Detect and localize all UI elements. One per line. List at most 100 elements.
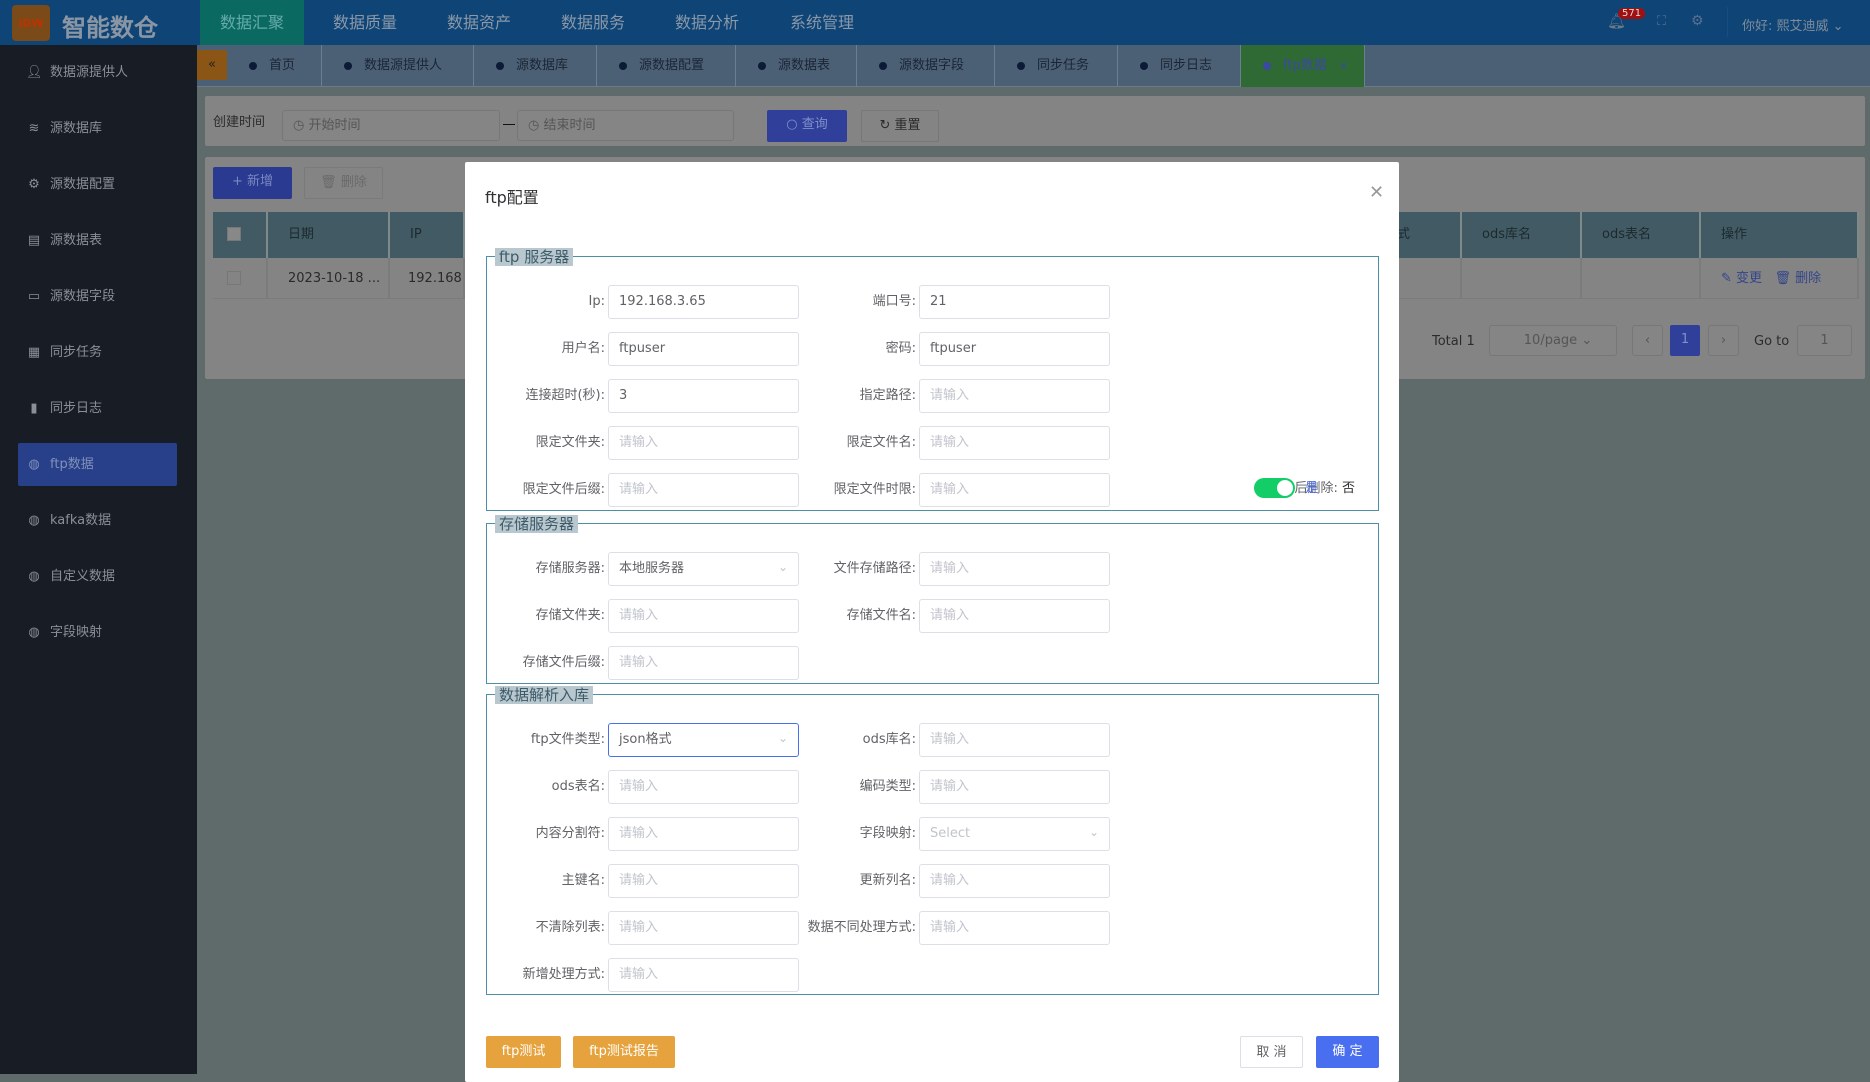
sidebar-item[interactable]: ▭ 源数据字段	[18, 275, 177, 318]
text-input[interactable]: 请输入	[919, 723, 1110, 757]
text-input[interactable]: 请输入	[919, 770, 1110, 804]
text-input[interactable]: 请输入	[919, 552, 1110, 586]
text-input[interactable]: 192.168.3.65	[608, 285, 799, 319]
text-input[interactable]: 请输入	[608, 426, 799, 460]
menu-item[interactable]: 系统管理	[770, 0, 874, 45]
text-input[interactable]: 请输入	[608, 770, 799, 804]
select-field[interactable]: json格式	[608, 723, 799, 757]
menu-item[interactable]: 数据分析	[655, 0, 759, 45]
field-label: 端口号:	[872, 294, 916, 309]
text-input[interactable]: 请输入	[608, 473, 799, 507]
sidebar-item[interactable]: ◍ 自定义数据	[18, 555, 177, 598]
add-button[interactable]: + 新增	[213, 167, 292, 199]
tab-4[interactable]: 源数据表	[736, 45, 857, 87]
select-all-checkbox[interactable]	[227, 227, 241, 241]
delete-after-download-toggle[interactable]	[1254, 478, 1295, 498]
field-label: 密码:	[885, 341, 916, 356]
tab-close-icon[interactable]: ×	[1339, 59, 1348, 72]
text-input[interactable]: 请输入	[919, 911, 1110, 945]
confirm-button[interactable]: 确 定	[1316, 1036, 1379, 1068]
sidebar-item[interactable]: ◍ ftp数据	[18, 443, 177, 486]
sidebar-item[interactable]: ◍ kafka数据	[18, 499, 177, 542]
edit-button[interactable]: ✎ 变更	[1721, 271, 1762, 286]
close-icon[interactable]: ✕	[1369, 182, 1384, 203]
menu-item[interactable]: 数据资产	[427, 0, 531, 45]
row-delete-button[interactable]: 🗑︎ 删除	[1774, 271, 1821, 286]
tab-7[interactable]: 同步日志	[1118, 45, 1241, 87]
column-header-ods-db[interactable]: ods库名	[1462, 212, 1582, 258]
tab-0[interactable]: 首页	[227, 45, 322, 87]
tab-3[interactable]: 源数据配置	[597, 45, 736, 87]
query-button[interactable]: ○ 查询	[767, 110, 847, 142]
column-header-format[interactable]: 式	[1395, 212, 1462, 258]
text-input[interactable]: 21	[919, 285, 1110, 319]
fieldset-legend: 数据解析入库	[495, 686, 594, 704]
column-header-ip[interactable]: IP	[390, 212, 465, 258]
sidebar-item[interactable]: 👤︎ 数据源提供人	[18, 51, 177, 94]
tab-5[interactable]: 源数据字段	[857, 45, 995, 87]
tab-2[interactable]: 源数据库	[474, 45, 597, 87]
text-input[interactable]: 请输入	[919, 864, 1110, 898]
column-header-date[interactable]: 日期	[268, 212, 390, 258]
cancel-button[interactable]: 取 消	[1240, 1036, 1303, 1068]
divider	[1727, 7, 1728, 37]
field-label: 限定文件时限:	[833, 482, 916, 497]
text-input[interactable]: 请输入	[608, 599, 799, 633]
tab-8[interactable]: ftp数据 ×	[1241, 45, 1365, 87]
text-input[interactable]: 请输入	[919, 473, 1110, 507]
menu-item[interactable]: 数据服务	[541, 0, 645, 45]
cell-actions: ✎ 变更 🗑︎ 删除	[1701, 258, 1859, 299]
page-size-select[interactable]: 10/page ⌄	[1489, 325, 1617, 356]
field-label: 编码类型:	[859, 779, 916, 794]
sidebar-item-label: 源数据配置	[50, 177, 116, 192]
menu-item[interactable]: 数据质量	[313, 0, 417, 45]
start-date-input[interactable]: ◷ 开始时间	[282, 110, 500, 141]
row-checkbox[interactable]	[227, 271, 241, 285]
end-date-input[interactable]: ◷ 结束时间	[517, 110, 734, 141]
select-field[interactable]: Select	[919, 817, 1110, 851]
tab-1[interactable]: 数据源提供人	[322, 45, 474, 87]
text-input[interactable]: 请输入	[608, 958, 799, 992]
top-header: IDW 智能数仓 🔔︎ 571 ⛶ ⚙ 你好: 熙艾迪威 ⌄ 数据汇聚 数据质量数…	[0, 0, 1870, 45]
select-field[interactable]: 本地服务器	[608, 552, 799, 586]
ftp-test-report-button[interactable]: ftp测试报告	[573, 1036, 675, 1068]
sidebar-item[interactable]: ⚙ 源数据配置	[18, 163, 177, 206]
page-1-button[interactable]: 1	[1670, 325, 1700, 356]
settings-icon[interactable]: ⚙	[1691, 13, 1704, 29]
text-input[interactable]: 请输入	[919, 426, 1110, 460]
text-input[interactable]: 请输入	[608, 817, 799, 851]
field-label: Ip:	[588, 294, 605, 309]
collapse-sidebar-button[interactable]: «	[197, 50, 227, 80]
brand-name: 智能数仓	[62, 14, 158, 42]
text-input[interactable]: 请输入	[608, 911, 799, 945]
ftp-config-dialog: ftp配置 ✕ ftp 服务器 Ip: 192.168.3.65 端口号: 21 用户名:…	[465, 162, 1399, 1082]
text-input[interactable]: ftpuser	[608, 332, 799, 366]
delete-button[interactable]: 🗑︎ 删除	[304, 167, 383, 199]
text-input[interactable]: 请输入	[919, 379, 1110, 413]
ftp-test-button[interactable]: ftp测试	[486, 1036, 561, 1068]
text-input[interactable]: 请输入	[608, 646, 799, 680]
calendar-icon: ▦	[27, 345, 41, 360]
column-header-ods-table[interactable]: ods表名	[1582, 212, 1701, 258]
tab-6[interactable]: 同步任务	[995, 45, 1118, 87]
fieldset-2: 数据解析入库 ftp文件类型: json格式 ⌄ ods库名: 请输入 ods表名: 请输入编…	[486, 686, 1379, 995]
goto-page-input[interactable]: 1	[1797, 325, 1852, 356]
globe-icon: ◍	[28, 513, 40, 528]
sidebar-item[interactable]: ▤ 源数据表	[18, 219, 177, 262]
menu-item[interactable]: 数据汇聚	[200, 0, 305, 45]
next-page-button[interactable]: ›	[1708, 325, 1739, 356]
text-input[interactable]: 3	[608, 379, 799, 413]
sidebar-item[interactable]: ▮ 同步日志	[18, 387, 177, 430]
sidebar-item[interactable]: ≋ 源数据库	[18, 107, 177, 150]
fullscreen-icon[interactable]: ⛶	[1657, 14, 1666, 29]
reset-button[interactable]: ↻ 重置	[861, 110, 939, 142]
sidebar-item[interactable]: ◍ 字段映射	[18, 611, 177, 654]
text-input[interactable]: ftpuser	[919, 332, 1110, 366]
select-all-header	[213, 212, 268, 258]
user-menu[interactable]: 你好: 熙艾迪威 ⌄	[1742, 15, 1844, 34]
text-input[interactable]: 请输入	[919, 599, 1110, 633]
sidebar-item[interactable]: ▦ 同步任务	[18, 331, 177, 374]
text-input[interactable]: 请输入	[608, 864, 799, 898]
prev-page-button[interactable]: ‹	[1632, 325, 1663, 356]
globe-icon: ◍	[28, 625, 40, 640]
